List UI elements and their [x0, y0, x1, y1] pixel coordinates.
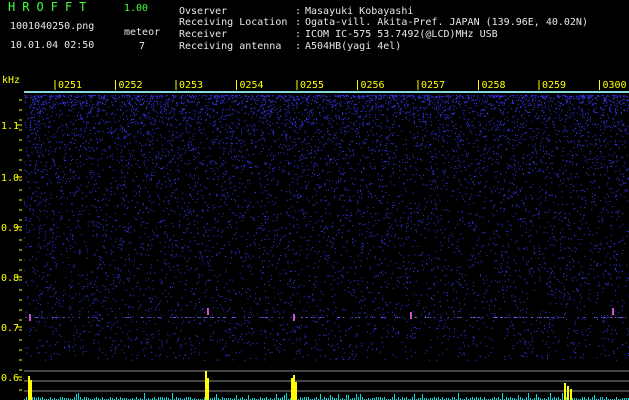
freq-unit-label: kHz: [2, 75, 20, 86]
meteor-bar: [570, 389, 572, 400]
time-tick-label: 0252: [119, 80, 143, 91]
noise-field: [24, 95, 629, 361]
freq-tick-label: 0.8: [1, 273, 19, 284]
antenna-label: Receiving antenna: [179, 41, 282, 52]
time-tick-label: 0253: [179, 80, 203, 91]
spectrogram-canvas: kHz 1.1 1.0 0.9 0.8 0.7 0.6 0251 0252 0253 0254 025…: [1, 75, 629, 400]
file-name: 1001040250.png: [10, 21, 95, 32]
freq-tick-label: 0.9: [1, 223, 19, 234]
meteor-ping: [29, 314, 31, 321]
spectrogram-panel: kHz 1.1 1.0 0.9 0.8 0.7 0.6 0251 0252 0253 0254 025…: [0, 0, 629, 400]
meteor-ping: [612, 308, 614, 315]
meteor-bar: [291, 378, 293, 400]
time-tick-label: 0257: [421, 80, 445, 91]
observer-value: Masayuki Kobayashi: [305, 6, 414, 17]
observer-colon: :: [295, 6, 302, 17]
meteor-count: 7: [139, 41, 146, 52]
time-tick-label: 0259: [542, 80, 566, 91]
meteor-bar: [207, 378, 209, 400]
freq-tick-label: 0.6: [1, 373, 19, 384]
freq-tick-label: 0.7: [1, 323, 19, 334]
app-version: 1.00: [124, 3, 149, 14]
carrier-line: [24, 91, 629, 93]
meteor-ping: [207, 308, 209, 315]
freq-tick-label: 1.1: [1, 121, 19, 132]
meteor-bar: [295, 382, 297, 400]
meteor-bar: [293, 375, 295, 400]
time-tick-label: 0300: [603, 80, 627, 91]
receiver-colon: :: [295, 29, 302, 40]
noise-dots: [24, 95, 629, 361]
meteor-bar: [205, 371, 207, 400]
location-colon: :: [295, 17, 302, 28]
meteor-bar: [564, 383, 566, 400]
receiver-value: ICOM IC-575 53.7492(@LCD)MHz USB: [305, 29, 498, 40]
time-tick-label: 0258: [482, 80, 506, 91]
time-tick-label: 0251: [58, 80, 82, 91]
time-tick-label: 0256: [361, 80, 385, 91]
meteor-label: meteor: [124, 27, 161, 38]
antenna-colon: :: [295, 41, 302, 52]
time-tick-label: 0255: [300, 80, 324, 91]
meteor-bar: [30, 380, 32, 400]
receiver-label: Receiver: [179, 29, 228, 40]
app-title: HROFFT: [8, 0, 94, 14]
noise-floor-trace: [24, 393, 629, 400]
signal-track: [25, 317, 627, 318]
location-label: Receiving Location: [179, 17, 288, 28]
antenna-value: A504HB(yagi 4el): [305, 41, 402, 52]
meteor-bar: [567, 386, 569, 400]
observer-label: Ovserver: [179, 6, 228, 17]
location-value: Ogata-vill. Akita-Pref. JAPAN (139.96E, …: [305, 17, 588, 28]
timestamp: 10.01.04 02:50: [10, 40, 95, 51]
meteor-ping: [293, 314, 295, 321]
freq-tick-label: 1.0: [1, 173, 19, 184]
meteor-ping: [410, 312, 412, 319]
meteor-bar: [28, 376, 30, 400]
time-tick-label: 0254: [240, 80, 264, 91]
